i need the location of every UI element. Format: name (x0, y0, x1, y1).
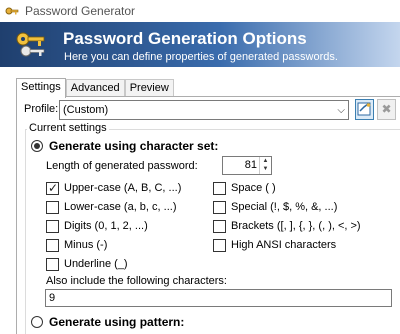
profile-label: Profile: (24, 103, 59, 115)
save-profile-icon (357, 102, 371, 116)
window-titlebar: Password Generator (0, 0, 400, 22)
special-label: Special (!, $, %, &, ...) (231, 201, 338, 213)
brackets-label: Brackets ([, ], {, }, (, ), <, >) (231, 220, 361, 232)
current-settings-label: Current settings (27, 122, 109, 134)
underline-label: Underline (_) (64, 258, 128, 270)
uppercase-label: Upper-case (A, B, C, ...) (64, 182, 182, 194)
stepper-arrows-icon[interactable]: ▲ ▼ (259, 157, 271, 174)
underline-checkbox[interactable] (46, 258, 59, 271)
chevron-down-icon: ⌵ (337, 105, 345, 116)
space-checkbox[interactable] (213, 182, 226, 195)
uppercase-checkbox[interactable] (46, 181, 59, 195)
banner-title: Password Generation Options (63, 29, 307, 48)
pattern-radio[interactable] (31, 316, 43, 328)
profile-selected-value: (Custom) (63, 104, 109, 116)
profile-dropdown[interactable]: (Custom) ⌵ (59, 100, 349, 120)
space-label: Space ( ) (231, 182, 276, 194)
pattern-radio-label: Generate using pattern: (49, 315, 185, 329)
high-ansi-checkbox[interactable] (213, 239, 226, 252)
also-include-label: Also include the following characters: (46, 275, 227, 287)
high-ansi-label: High ANSI characters (231, 239, 337, 251)
length-stepper[interactable]: 81 ▲ ▼ (222, 156, 272, 175)
save-profile-button[interactable] (355, 99, 374, 120)
digits-label: Digits (0, 1, 2, ...) (64, 220, 148, 232)
key-icon (5, 7, 19, 15)
tab-advanced[interactable]: Advanced (65, 79, 125, 97)
brackets-checkbox[interactable] (213, 220, 226, 233)
keys-icon (16, 32, 45, 57)
window-title: Password Generator (25, 4, 136, 18)
delete-profile-button[interactable]: ✖ (377, 99, 396, 120)
minus-label: Minus (-) (64, 239, 108, 251)
special-checkbox[interactable] (213, 201, 226, 214)
length-label: Length of generated password: (46, 160, 198, 172)
delete-profile-icon: ✖ (381, 102, 392, 116)
banner-subtitle: Here you can define properties of genera… (64, 51, 338, 63)
lowercase-label: Lower-case (a, b, c, ...) (64, 201, 177, 213)
header-banner: Password Generation Options Here you can… (0, 22, 400, 67)
length-value: 81 (244, 159, 257, 171)
digits-checkbox[interactable] (46, 220, 59, 233)
charset-radio[interactable] (31, 140, 43, 152)
minus-checkbox[interactable] (46, 239, 59, 252)
tab-strip: Settings Advanced Preview (16, 78, 174, 98)
also-include-input[interactable]: 9 (45, 289, 392, 307)
lowercase-checkbox[interactable] (46, 201, 59, 214)
tab-preview[interactable]: Preview (124, 79, 174, 97)
charset-radio-label: Generate using character set: (49, 139, 219, 153)
tab-settings[interactable]: Settings (16, 78, 66, 98)
